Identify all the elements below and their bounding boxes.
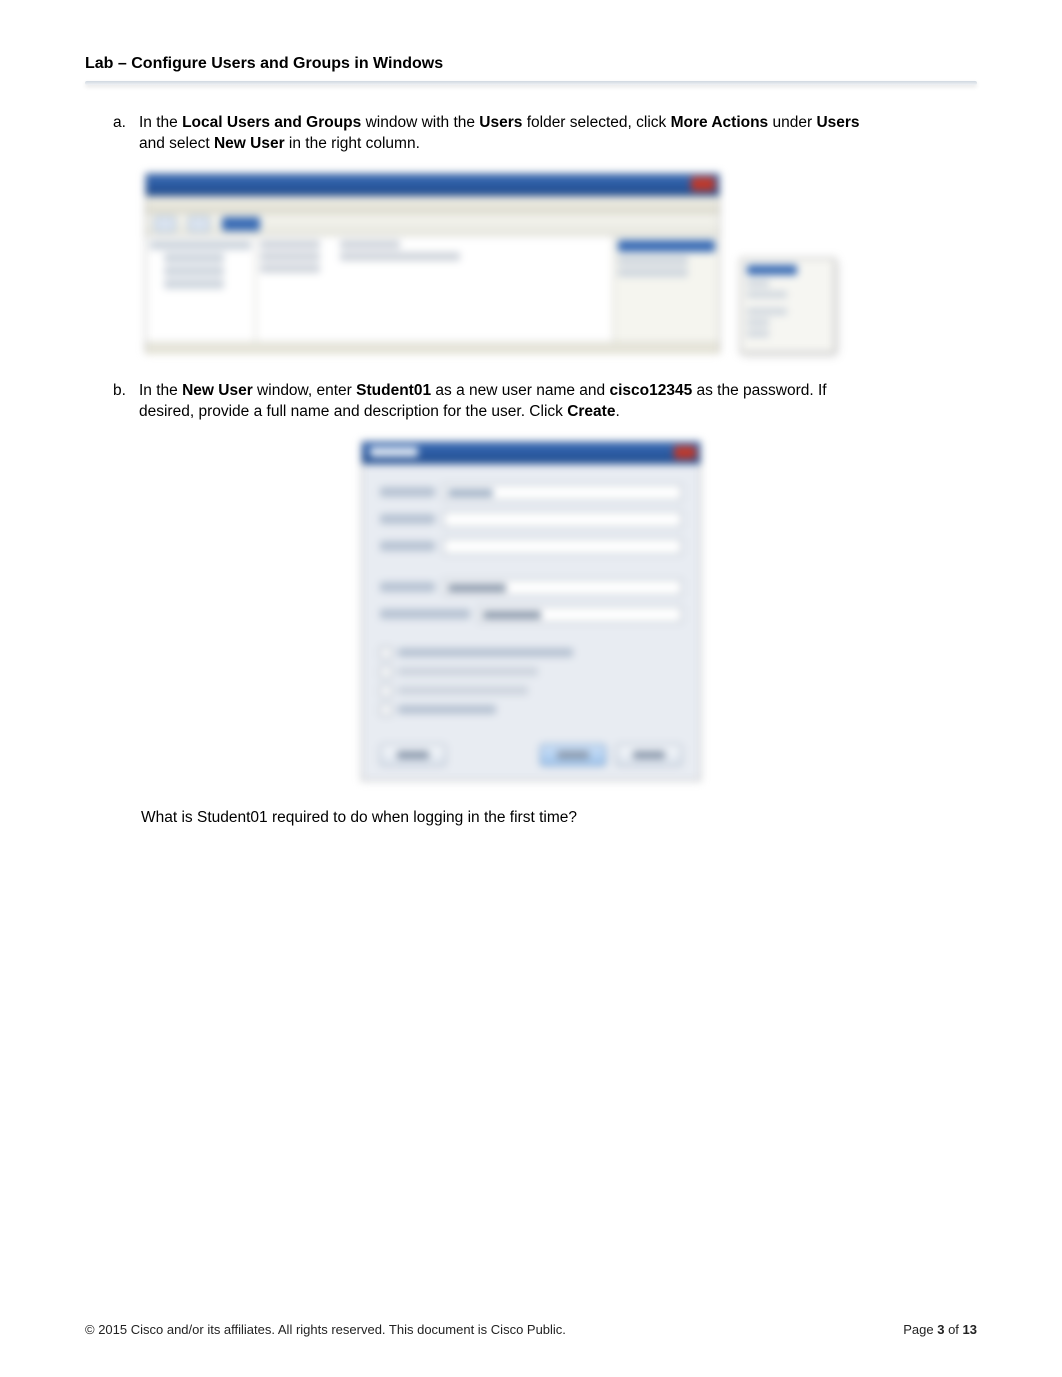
step-a-marker: a. [113, 113, 139, 155]
username-label [380, 487, 435, 497]
bold-cisco12345: cisco12345 [609, 382, 692, 399]
new-user-dialog [361, 441, 701, 781]
mmc-window [145, 173, 720, 353]
checkbox-label [398, 686, 528, 695]
confirm-password-label [380, 609, 470, 619]
screenshot-new-user-dialog [361, 441, 701, 781]
fullname-label [380, 514, 435, 524]
checkbox-label [398, 667, 538, 676]
toolbar-tab[interactable] [222, 217, 260, 231]
close-icon[interactable] [691, 177, 715, 191]
bold-users: Users [479, 114, 522, 131]
bold-create: Create [567, 403, 615, 420]
help-button[interactable] [380, 744, 446, 766]
footer: © 2015 Cisco and/or its affiliates. All … [85, 1322, 977, 1337]
header-divider [85, 81, 977, 85]
create-button[interactable] [540, 744, 606, 766]
actions-panel[interactable] [614, 236, 719, 342]
password-label [380, 582, 435, 592]
bold-new-user: New User [214, 135, 285, 152]
checkbox-icon[interactable] [380, 647, 392, 659]
screenshot-local-users-groups [145, 173, 835, 353]
dialog-title [370, 447, 418, 457]
fullname-input[interactable] [443, 511, 682, 528]
context-menu[interactable] [740, 258, 835, 353]
checkbox-icon[interactable] [380, 666, 392, 678]
toolbar-button[interactable] [154, 216, 176, 232]
step-a: a. In the Local Users and Groups window … [113, 113, 977, 155]
checkbox-disabled[interactable] [380, 704, 682, 716]
toolbar [146, 214, 719, 236]
step-b: b. In the New User window, enter Student… [113, 381, 977, 423]
list-panel[interactable] [256, 236, 614, 342]
checkbox-label [398, 705, 496, 714]
text: . [615, 403, 619, 420]
checkbox-cannot-change[interactable] [380, 666, 682, 678]
text: In the [139, 382, 182, 399]
description-label [380, 541, 435, 551]
username-row [380, 484, 682, 501]
toolbar-button[interactable] [188, 216, 210, 232]
bold-users2: Users [816, 114, 859, 131]
description-input[interactable] [443, 538, 682, 555]
description-row [380, 538, 682, 555]
text: In the [139, 114, 182, 131]
text: and select [139, 135, 214, 152]
page-number: Page 3 of 13 [903, 1322, 977, 1337]
text: window with the [361, 114, 479, 131]
statusbar [146, 342, 719, 354]
text: desired, provide a full name and descrip… [139, 403, 567, 420]
username-input[interactable] [443, 484, 682, 501]
copyright: © 2015 Cisco and/or its affiliates. All … [85, 1322, 566, 1337]
tree-panel[interactable] [146, 236, 256, 342]
checkbox-icon[interactable] [380, 685, 392, 697]
bold-student01: Student01 [356, 382, 431, 399]
menubar[interactable] [146, 196, 719, 214]
step-b-marker: b. [113, 381, 139, 423]
checkbox-must-change[interactable] [380, 647, 682, 659]
text: as a new user name and [431, 382, 609, 399]
password-row [380, 579, 682, 596]
bold-more-actions: More Actions [671, 114, 769, 131]
text: under [768, 114, 816, 131]
close-button[interactable] [616, 744, 682, 766]
question-text: What is Student01 required to do when lo… [141, 809, 977, 827]
bold-new-user-window: New User [182, 382, 253, 399]
close-icon[interactable] [674, 446, 696, 459]
text: folder selected, click [522, 114, 670, 131]
confirm-password-input[interactable] [478, 606, 682, 623]
password-input[interactable] [443, 579, 682, 596]
checkbox-never-expires[interactable] [380, 685, 682, 697]
text: window, enter [253, 382, 356, 399]
dialog-titlebar [362, 442, 700, 464]
text: as the password. If [692, 382, 826, 399]
titlebar [146, 174, 719, 196]
lab-title: Lab – Configure Users and Groups in Wind… [85, 55, 977, 73]
confirm-password-row [380, 606, 682, 623]
text: in the right column. [285, 135, 420, 152]
checkbox-icon[interactable] [380, 704, 392, 716]
fullname-row [380, 511, 682, 528]
bold-local-users: Local Users and Groups [182, 114, 361, 131]
checkbox-label [398, 648, 573, 657]
